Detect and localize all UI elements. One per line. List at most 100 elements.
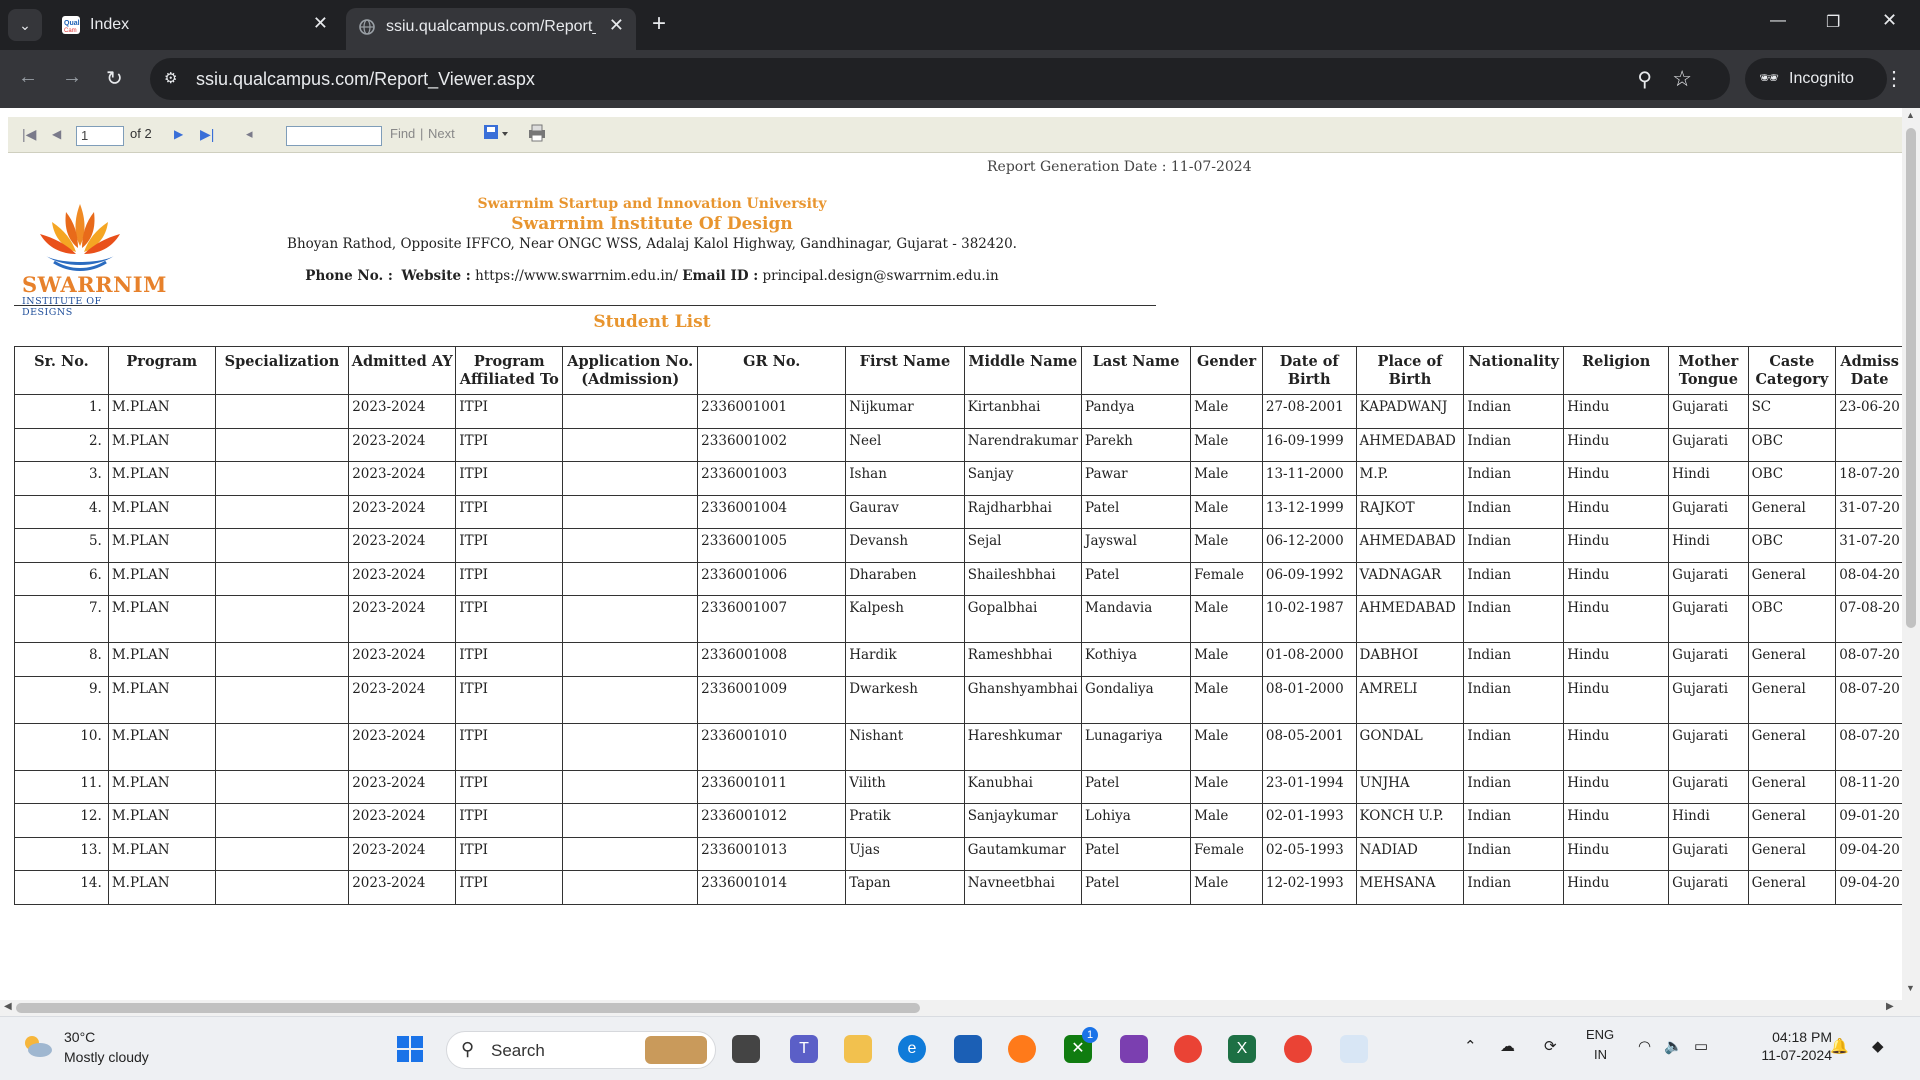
last-page-icon[interactable]: ▶| xyxy=(200,126,214,143)
chrome-icon[interactable] xyxy=(1174,1035,1202,1063)
store-icon[interactable] xyxy=(954,1035,982,1063)
table-cell: Hindi xyxy=(1668,803,1749,838)
export-icon[interactable] xyxy=(482,123,510,146)
reload-icon[interactable]: ↻ xyxy=(106,66,123,91)
vertical-scrollbar[interactable]: ▲ ▼ xyxy=(1902,108,1920,1016)
table-cell: Kanubhai xyxy=(963,769,1083,804)
onedrive-icon[interactable]: ☁ xyxy=(1500,1037,1515,1055)
table-cell: Gujarati xyxy=(1668,494,1749,529)
teams-icon[interactable]: T xyxy=(790,1035,818,1063)
more-menu-icon[interactable]: ⋮ xyxy=(1884,66,1904,91)
table-cell xyxy=(562,494,699,529)
table-cell: KAPADWANJ xyxy=(1355,394,1465,429)
close-window-icon[interactable]: ✕ xyxy=(1882,10,1897,31)
first-page-icon[interactable]: |◀ xyxy=(22,126,36,143)
table-row: 13. M.PLAN 2023-2024 ITPI 2336001013 Ujas Gaut… xyxy=(14,836,1904,871)
scroll-up-icon[interactable]: ▲ xyxy=(1906,110,1915,120)
scroll-left-icon[interactable]: ◀ xyxy=(4,1001,12,1012)
next-link[interactable]: Next xyxy=(428,126,455,141)
windows-start-icon[interactable] xyxy=(396,1035,424,1063)
clock[interactable]: 04:18 PM 11-07-2024 xyxy=(1740,1029,1832,1063)
table-cell: Gujarati xyxy=(1668,394,1749,429)
table-cell: Pratik xyxy=(845,803,965,838)
table-row: 1. M.PLAN 2023-2024 ITPI 2336001001 Nijkumar K… xyxy=(14,394,1904,429)
file-explorer-icon[interactable] xyxy=(844,1035,872,1063)
horizontal-scroll-thumb[interactable] xyxy=(16,1003,920,1013)
taskbar-search[interactable]: ⚲ Search xyxy=(446,1031,716,1069)
cloudy-weather-icon[interactable] xyxy=(20,1033,54,1059)
forward-icon[interactable]: → xyxy=(62,66,82,89)
sync-icon[interactable]: ⟳ xyxy=(1544,1037,1557,1055)
notifications-icon[interactable]: 🔔 xyxy=(1830,1037,1849,1055)
institute-name: Swarrnim Institute Of Design xyxy=(511,214,793,234)
omnibox[interactable]: ⚙ ssiu.qualcampus.com/Report_Viewer.aspx… xyxy=(150,58,1730,100)
excel-icon[interactable]: X xyxy=(1228,1035,1256,1063)
table-cell: 2023-2024 xyxy=(348,561,457,596)
new-tab-icon[interactable]: + xyxy=(652,10,666,38)
table-cell: 2023-2024 xyxy=(348,722,457,771)
table-cell: Hindu xyxy=(1563,561,1670,596)
find-link[interactable]: Find xyxy=(390,126,415,141)
app-icon[interactable] xyxy=(1120,1035,1148,1063)
battery-icon[interactable]: ▭ xyxy=(1694,1037,1708,1055)
table-cell: Male xyxy=(1190,675,1263,724)
close-tab-icon[interactable]: ✕ xyxy=(313,13,328,34)
table-cell: 2. xyxy=(14,427,109,462)
table-cell: Male xyxy=(1190,870,1263,905)
column-header: Program Affiliated To xyxy=(455,346,564,395)
table-cell: Dwarkesh xyxy=(845,675,965,724)
table-row: 4. M.PLAN 2023-2024 ITPI 2336001004 Gaurav Raj… xyxy=(14,494,1904,529)
edge-icon[interactable]: e xyxy=(898,1035,926,1063)
table-cell xyxy=(562,595,699,643)
find-input[interactable] xyxy=(286,126,382,146)
scroll-down-icon[interactable]: ▼ xyxy=(1906,983,1915,993)
bookmark-star-icon[interactable]: ☆ xyxy=(1672,66,1692,92)
tab-search-button[interactable]: ⌄ xyxy=(8,9,42,41)
url-text[interactable]: ssiu.qualcampus.com/Report_Viewer.aspx xyxy=(196,69,535,90)
weather-temperature[interactable]: 30°C xyxy=(64,1029,95,1045)
site-info-icon[interactable]: ⚙ xyxy=(164,69,177,87)
next-page-icon[interactable]: ▶ xyxy=(174,127,183,141)
scroll-right-icon[interactable]: ▶ xyxy=(1886,1001,1894,1012)
show-hidden-icons-icon[interactable]: ⌃ xyxy=(1464,1037,1477,1055)
volume-icon[interactable]: 🔈 xyxy=(1664,1037,1683,1055)
previous-page-icon[interactable]: ◀ xyxy=(52,127,61,141)
page-number-input[interactable]: 1 xyxy=(76,126,124,146)
horizontal-scrollbar[interactable]: ◀ ▶ xyxy=(0,1000,1902,1016)
email-label: Email ID : xyxy=(682,268,759,284)
table-cell: Nijkumar xyxy=(845,394,965,429)
weather-description[interactable]: Mostly cloudy xyxy=(64,1049,149,1065)
vertical-scroll-thumb[interactable] xyxy=(1906,128,1916,628)
table-cell: Hindu xyxy=(1563,642,1670,677)
back-icon[interactable]: ← xyxy=(18,66,38,89)
restore-icon[interactable]: ❐ xyxy=(1826,12,1840,32)
back-to-parent-icon[interactable]: ◂ xyxy=(246,126,253,142)
table-cell: OBC xyxy=(1747,595,1837,643)
table-cell: 2023-2024 xyxy=(348,494,457,529)
close-tab-icon[interactable]: ✕ xyxy=(609,15,624,36)
tab-index[interactable]: Qual Cam Index ✕ xyxy=(50,6,340,44)
table-cell: Hindu xyxy=(1563,528,1670,563)
wifi-icon[interactable]: ◠ xyxy=(1638,1037,1651,1055)
print-icon[interactable] xyxy=(526,123,548,146)
task-view-icon[interactable] xyxy=(732,1035,760,1063)
language-indicator[interactable]: ENG xyxy=(1586,1027,1614,1042)
table-cell: Indian xyxy=(1463,394,1565,429)
minimize-icon[interactable]: — xyxy=(1770,12,1786,30)
chrome-incognito-icon[interactable] xyxy=(1284,1035,1312,1063)
table-cell: 2023-2024 xyxy=(348,675,457,724)
table-cell: Hindu xyxy=(1563,870,1670,905)
table-cell: 2336001004 xyxy=(697,494,847,529)
snipping-tool-icon[interactable] xyxy=(1340,1035,1368,1063)
zoom-icon[interactable]: ⚲ xyxy=(1637,67,1652,92)
table-cell: 2336001012 xyxy=(697,803,847,838)
table-cell: 4. xyxy=(14,494,109,529)
incognito-indicator[interactable]: 🕶 Incognito xyxy=(1745,58,1887,100)
table-cell: 10-02-1987 xyxy=(1261,595,1357,643)
table-cell: Rameshbhai xyxy=(963,642,1083,677)
region-indicator[interactable]: IN xyxy=(1594,1047,1607,1062)
tab-report-viewer[interactable]: ssiu.qualcampus.com/Report_Viewer.aspx ✕ xyxy=(346,8,636,50)
copilot-icon[interactable]: ◆ xyxy=(1872,1037,1884,1055)
svg-text:Cam: Cam xyxy=(64,28,77,34)
firefox-icon[interactable] xyxy=(1008,1035,1036,1063)
